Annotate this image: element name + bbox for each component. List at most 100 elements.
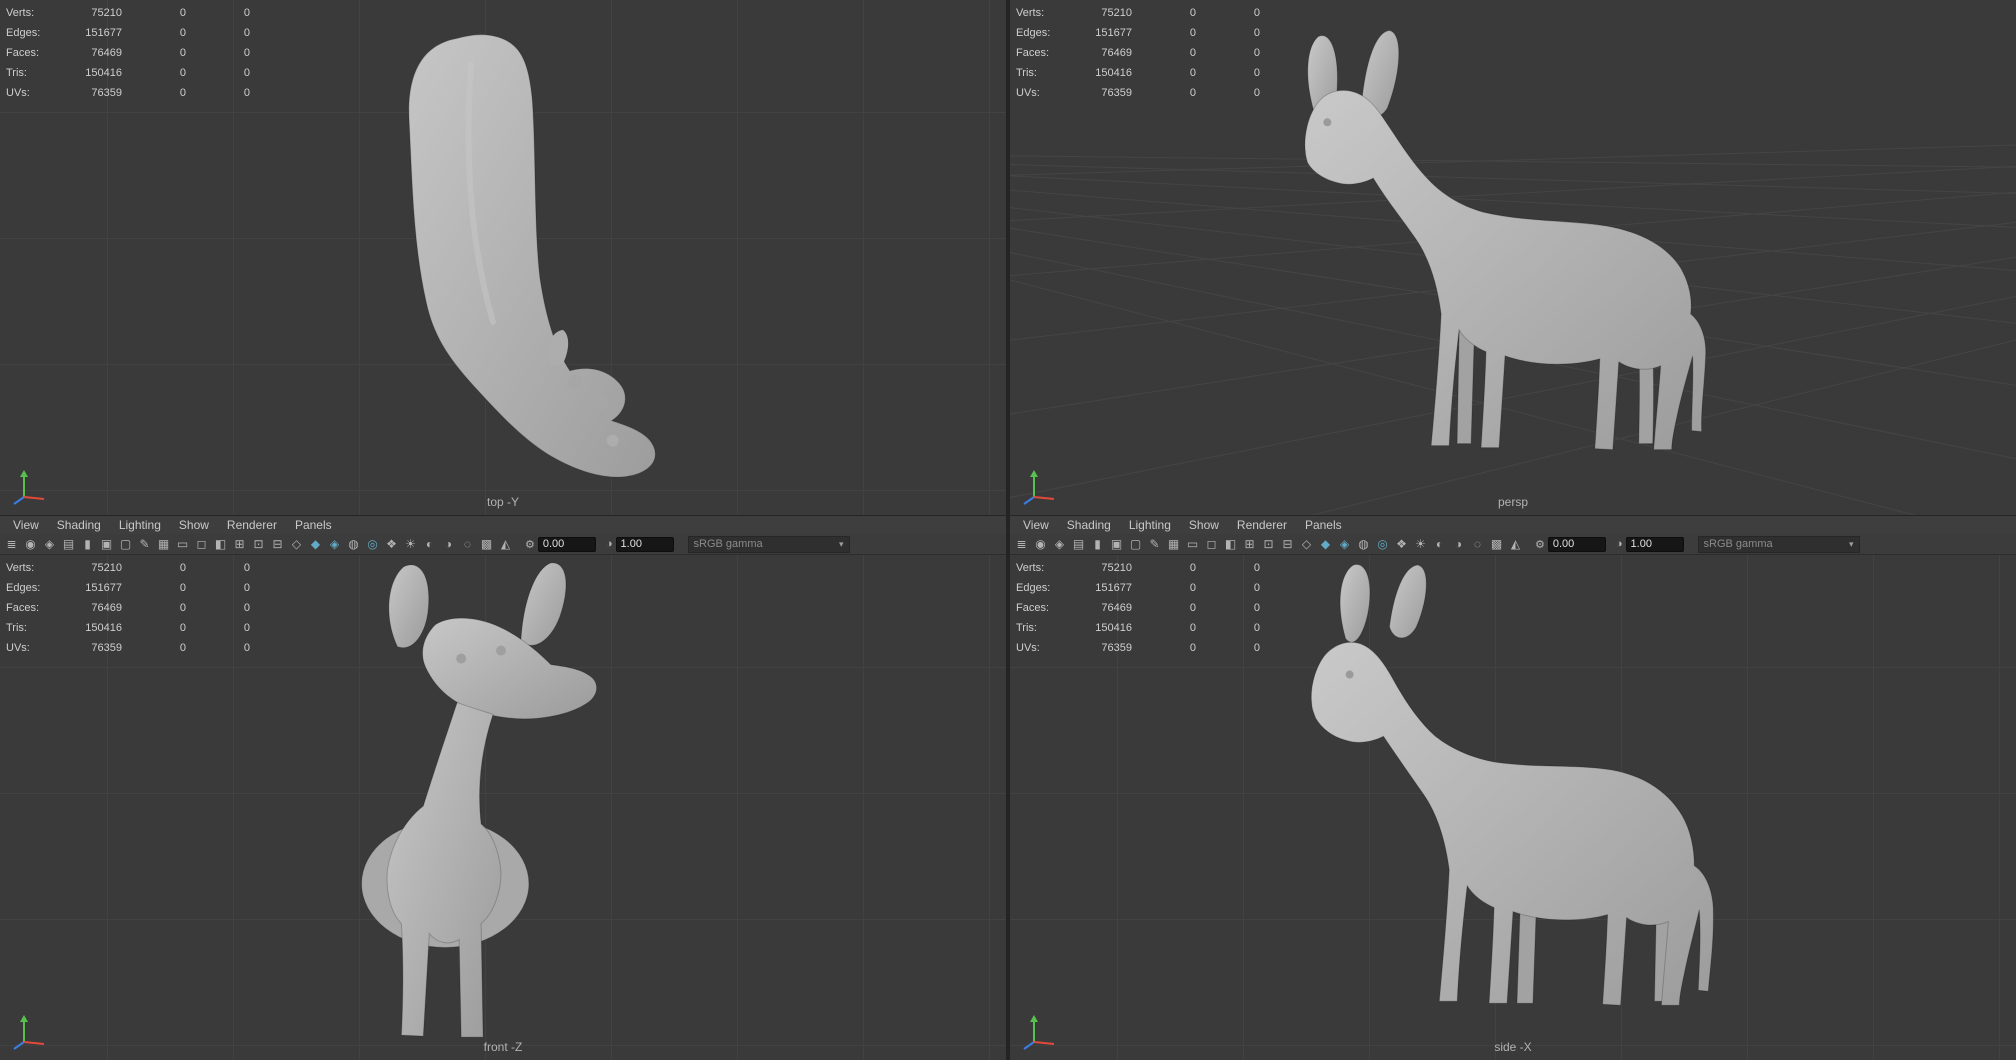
image-plane-icon[interactable]: ▣ <box>97 534 116 554</box>
gamma-icon[interactable]: ◑ <box>606 538 613 550</box>
camera-attributes-icon[interactable]: ▤ <box>1069 534 1088 554</box>
image-plane-icon[interactable]: ▣ <box>1107 534 1126 554</box>
viewport-top: Verts: 75210 0 0 Edges: 151677 0 0 Faces… <box>0 0 1006 515</box>
exposure-icon[interactable]: ⚙ <box>1535 538 1545 551</box>
lock-camera-icon[interactable]: ◈ <box>40 534 59 554</box>
shaded-mode-icon[interactable]: ◆ <box>306 534 325 554</box>
stats-row: Tris: 150416 0 0 <box>6 63 250 83</box>
panel-menu-item[interactable]: View <box>1014 516 1058 534</box>
okapi-model-front-view[interactable] <box>361 562 598 1038</box>
safe-title-icon[interactable]: ⊟ <box>1278 534 1297 554</box>
film-gate-icon[interactable]: ▭ <box>1183 534 1202 554</box>
resolution-gate-icon[interactable]: ◻ <box>192 534 211 554</box>
panel-menu-item[interactable]: Shading <box>1058 516 1120 534</box>
view-transform-dropdown[interactable]: sRGB gamma ▾ <box>1697 535 1860 553</box>
stats-row: Tris: 150416 0 0 <box>6 618 250 638</box>
motion-blur-icon[interactable]: ◌ <box>458 534 477 554</box>
panel-menu-item[interactable]: Show <box>170 516 218 534</box>
film-gate-icon[interactable]: ▭ <box>173 534 192 554</box>
panel-menu-item[interactable]: Show <box>1180 516 1228 534</box>
menu-grip-icon[interactable]: ≣ <box>2 534 21 554</box>
isolate-select-icon[interactable]: ◭ <box>1506 534 1525 554</box>
gate-mask-icon[interactable]: ◧ <box>1221 534 1240 554</box>
grease-pencil-icon[interactable]: ✎ <box>1145 534 1164 554</box>
view-transform-value: sRGB gamma <box>693 538 763 550</box>
pan-zoom-icon[interactable]: ▢ <box>1126 534 1145 554</box>
stats-label: Verts: <box>6 562 35 574</box>
shaded-mode-icon[interactable]: ◆ <box>1316 534 1335 554</box>
gamma-input[interactable] <box>1625 536 1684 552</box>
occlusion-icon[interactable]: ◑ <box>439 534 458 554</box>
stats-label: Edges: <box>6 582 41 594</box>
okapi-model-top-view[interactable] <box>408 34 656 478</box>
panel-menu-item[interactable]: Lighting <box>1120 516 1180 534</box>
bookmarks-icon[interactable]: ▮ <box>78 534 97 554</box>
stats-col2: 0 <box>179 27 186 39</box>
isolate-select-icon[interactable]: ◭ <box>496 534 515 554</box>
grease-pencil-icon[interactable]: ✎ <box>135 534 154 554</box>
panel-menu-item[interactable]: Panels <box>286 516 341 534</box>
stats-col3: 0 <box>243 47 250 59</box>
stats-col2: 0 <box>1189 7 1196 19</box>
panel-menu-item[interactable]: Panels <box>1296 516 1351 534</box>
panel-menu-item[interactable]: Renderer <box>218 516 286 534</box>
stats-row: Edges: 151677 0 0 <box>1016 578 1260 598</box>
view-axis-gizmo[interactable] <box>10 461 54 505</box>
panel-menu-item[interactable]: Renderer <box>1228 516 1296 534</box>
xray-mode-icon[interactable]: ❖ <box>1392 534 1411 554</box>
textured-mode-icon[interactable]: ◈ <box>1335 534 1354 554</box>
gamma-icon[interactable]: ◑ <box>1616 538 1623 550</box>
xray-mode-icon[interactable]: ❖ <box>382 534 401 554</box>
exposure-input[interactable] <box>537 536 596 552</box>
motion-blur-icon[interactable]: ◌ <box>1468 534 1487 554</box>
view-axis-gizmo[interactable] <box>1020 1006 1064 1050</box>
all-lights-icon[interactable]: ☀ <box>401 534 420 554</box>
select-camera-icon[interactable]: ◉ <box>1031 534 1050 554</box>
field-chart-icon[interactable]: ⊞ <box>1240 534 1259 554</box>
multisample-icon[interactable]: ▩ <box>477 534 496 554</box>
view-axis-gizmo[interactable] <box>10 1006 54 1050</box>
all-lights-icon[interactable]: ☀ <box>1411 534 1430 554</box>
exposure-input[interactable] <box>1547 536 1606 552</box>
shadows-icon[interactable]: ◐ <box>420 534 439 554</box>
shadows-icon[interactable]: ◐ <box>1430 534 1449 554</box>
okapi-model-side-view[interactable] <box>1310 564 1714 1006</box>
stats-col2: 0 <box>1189 87 1196 99</box>
safe-action-icon[interactable]: ⊡ <box>249 534 268 554</box>
view-transform-dropdown[interactable]: sRGB gamma ▾ <box>687 535 850 553</box>
view-axis-gizmo[interactable] <box>1020 461 1064 505</box>
stats-col3: 0 <box>243 602 250 614</box>
menu-grip-icon[interactable]: ≣ <box>1012 534 1031 554</box>
lock-camera-icon[interactable]: ◈ <box>1050 534 1069 554</box>
panel-menu-item[interactable]: View <box>4 516 48 534</box>
multisample-icon[interactable]: ▩ <box>1487 534 1506 554</box>
resolution-gate-icon[interactable]: ◻ <box>1202 534 1221 554</box>
okapi-model-persp-view[interactable] <box>1304 29 1707 451</box>
bookmarks-icon[interactable]: ▮ <box>1088 534 1107 554</box>
safe-action-icon[interactable]: ⊡ <box>1259 534 1278 554</box>
exposure-icon[interactable]: ⚙ <box>525 538 535 551</box>
chevron-down-icon: ▾ <box>839 538 844 549</box>
panel-menu-item[interactable]: Lighting <box>110 516 170 534</box>
wireframe-on-shaded-icon[interactable]: ◎ <box>1373 534 1392 554</box>
grid-toggle-icon[interactable]: ▦ <box>1164 534 1183 554</box>
grid-toggle-icon[interactable]: ▦ <box>154 534 173 554</box>
camera-attributes-icon[interactable]: ▤ <box>59 534 78 554</box>
okapi-eye <box>1345 670 1354 679</box>
field-chart-icon[interactable]: ⊞ <box>230 534 249 554</box>
wireframe-on-shaded-icon[interactable]: ◎ <box>363 534 382 554</box>
wireframe-mode-icon[interactable]: ◇ <box>1297 534 1316 554</box>
wireframe-mode-icon[interactable]: ◇ <box>287 534 306 554</box>
pan-zoom-icon[interactable]: ▢ <box>116 534 135 554</box>
safe-title-icon[interactable]: ⊟ <box>268 534 287 554</box>
gamma-input[interactable] <box>615 536 674 552</box>
stats-value: 76469 <box>91 47 122 59</box>
stats-col3: 0 <box>1253 7 1260 19</box>
panel-menu-item[interactable]: Shading <box>48 516 110 534</box>
textured-mode-icon[interactable]: ◈ <box>325 534 344 554</box>
occlusion-icon[interactable]: ◑ <box>1449 534 1468 554</box>
use-default-material-icon[interactable]: ◍ <box>1354 534 1373 554</box>
select-camera-icon[interactable]: ◉ <box>21 534 40 554</box>
gate-mask-icon[interactable]: ◧ <box>211 534 230 554</box>
use-default-material-icon[interactable]: ◍ <box>344 534 363 554</box>
